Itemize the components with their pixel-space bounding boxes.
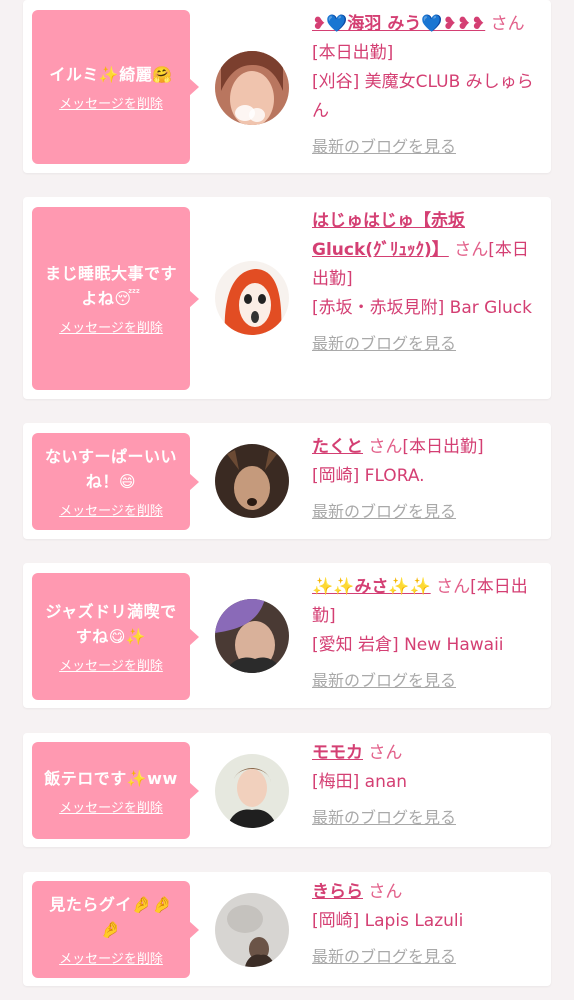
profile-photo-icon[interactable] bbox=[215, 51, 289, 125]
latest-blog-link[interactable]: 最新のブログを見る bbox=[312, 329, 456, 358]
girl-info: はじゅはじゅ【赤坂Gluck(ｸﾞﾘｭｯｸ)】 さん[本日出勤] [赤坂・赤坂見… bbox=[312, 207, 540, 359]
honorific-label: さん bbox=[363, 882, 403, 902]
work-status: [本日出勤] bbox=[312, 43, 394, 63]
shop-label: [愛知 岩倉] New Hawaii bbox=[312, 635, 504, 655]
message-bubble: 見たらグイ🤌🤌🤌 メッセージを削除 bbox=[32, 881, 199, 978]
message-list: イルミ✨綺麗🤗 メッセージを削除 ❥💙海羽 みう💙❥❥❥ さん[本日出勤] [刈… bbox=[0, 0, 574, 1000]
girl-name-link[interactable]: きらら bbox=[312, 882, 363, 902]
latest-blog-link[interactable]: 最新のブログを見る bbox=[312, 942, 456, 971]
girl-info: ✨✨みさ✨✨ さん[本日出勤] [愛知 岩倉] New Hawaii 最新のブロ… bbox=[312, 573, 540, 696]
delete-message-link[interactable]: メッセージを削除 bbox=[59, 797, 163, 816]
message-text: 見たらグイ🤌🤌🤌 bbox=[49, 895, 173, 939]
girl-name-link[interactable]: はじゅはじゅ【赤坂Gluck(ｸﾞﾘｭｯｸ)】 bbox=[312, 211, 465, 260]
delete-message-link[interactable]: メッセージを削除 bbox=[59, 93, 163, 112]
message-card: ジャズドリ満喫ですね😋✨ メッセージを削除 ✨✨みさ✨✨ さん[本日出勤] [愛… bbox=[23, 563, 551, 708]
message-text: ジャズドリ満喫ですね😋✨ bbox=[45, 602, 177, 646]
profile-photo-icon[interactable] bbox=[215, 444, 289, 518]
girl-info: きらら さん [岡崎] Lapis Lazuli 最新のブログを見る bbox=[312, 878, 540, 972]
message-bubble: イルミ✨綺麗🤗 メッセージを削除 bbox=[32, 10, 199, 164]
shop-label: [刈谷] 美魔女CLUB みしゅらん bbox=[312, 72, 534, 121]
message-bubble: まじ睡眠大事ですよね😴 メッセージを削除 bbox=[32, 207, 199, 390]
profile-photo-icon[interactable] bbox=[215, 754, 289, 828]
honorific-label: さん bbox=[430, 577, 471, 597]
profile-photo-icon[interactable] bbox=[215, 599, 289, 673]
shop-label: [梅田] anan bbox=[312, 772, 408, 792]
shop-label: [岡崎] Lapis Lazuli bbox=[312, 911, 464, 931]
message-bubble: ジャズドリ満喫ですね😋✨ メッセージを削除 bbox=[32, 573, 199, 700]
cartoon-avatar-icon[interactable] bbox=[215, 261, 289, 335]
message-text: まじ睡眠大事ですよね😴 bbox=[44, 264, 177, 308]
girl-info: モモカ さん [梅田] anan 最新のブログを見る bbox=[312, 739, 540, 833]
honorific-label: さん bbox=[363, 743, 403, 763]
honorific-label: さん bbox=[363, 437, 403, 457]
shop-label: [赤坂・赤坂見附] Bar Gluck bbox=[312, 298, 533, 318]
delete-message-link[interactable]: メッセージを削除 bbox=[59, 500, 163, 519]
latest-blog-link[interactable]: 最新のブログを見る bbox=[312, 497, 456, 526]
girl-name-link[interactable]: モモカ bbox=[312, 743, 363, 763]
girl-name-link[interactable]: ❥💙海羽 みう💙❥❥❥ bbox=[312, 14, 485, 34]
message-card: まじ睡眠大事ですよね😴 メッセージを削除 はじゅはじゅ【赤坂Gluck(ｸﾞﾘｭ… bbox=[23, 197, 551, 399]
girl-info: たくと さん[本日出勤] [岡崎] FLORA. 最新のブログを見る bbox=[312, 433, 540, 527]
work-status: [本日出勤] bbox=[402, 437, 484, 457]
delete-message-link[interactable]: メッセージを削除 bbox=[59, 317, 163, 336]
shop-label: [岡崎] FLORA. bbox=[312, 466, 425, 486]
message-bubble: 飯テロです✨ww メッセージを削除 bbox=[32, 742, 199, 839]
message-bubble: ないすーぱーいいね！😄 メッセージを削除 bbox=[32, 433, 199, 530]
latest-blog-link[interactable]: 最新のブログを見る bbox=[312, 803, 456, 832]
message-card: イルミ✨綺麗🤗 メッセージを削除 ❥💙海羽 みう💙❥❥❥ さん [本日出勤] [刈… bbox=[23, 0, 551, 173]
message-card: 飯テロです✨ww メッセージを削除 モモカ さん [梅田] anan 最新のブロ… bbox=[23, 733, 551, 847]
message-text: 飯テロです✨ww bbox=[44, 768, 178, 788]
honorific-label: さん bbox=[485, 14, 525, 34]
girl-name-link[interactable]: たくと bbox=[312, 437, 363, 457]
delete-message-link[interactable]: メッセージを削除 bbox=[59, 948, 163, 967]
message-text: イルミ✨綺麗🤗 bbox=[49, 65, 173, 84]
latest-blog-link[interactable]: 最新のブログを見る bbox=[312, 666, 456, 695]
delete-message-link[interactable]: メッセージを削除 bbox=[59, 655, 163, 674]
message-card: ないすーぱーいいね！😄 メッセージを削除 たくと さん[本日出勤] [岡崎] F… bbox=[23, 423, 551, 539]
honorific-label: さん bbox=[448, 240, 489, 260]
profile-photo-icon[interactable] bbox=[215, 893, 289, 967]
girl-info: ❥💙海羽 みう💙❥❥❥ さん[本日出勤] [刈谷] 美魔女CLUB みしゅらん … bbox=[312, 10, 540, 162]
message-card: 見たらグイ🤌🤌🤌 メッセージを削除 きらら さん [岡崎] Lapis Lazu… bbox=[23, 872, 551, 986]
girl-name-link[interactable]: ✨✨みさ✨✨ bbox=[312, 577, 431, 597]
message-text: ないすーぱーいいね！😄 bbox=[44, 447, 177, 491]
latest-blog-link[interactable]: 最新のブログを見る bbox=[312, 132, 456, 161]
